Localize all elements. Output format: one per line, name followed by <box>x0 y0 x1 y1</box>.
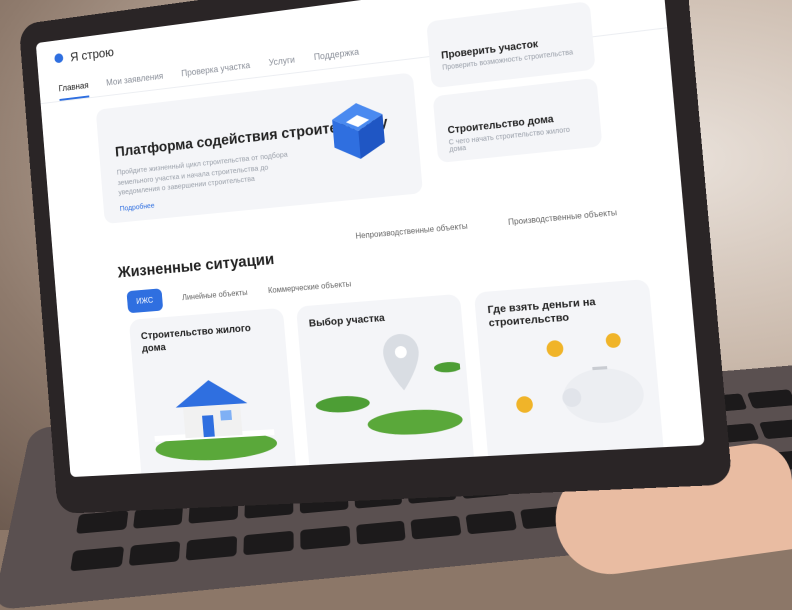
house-icon <box>154 377 279 464</box>
keyboard-key <box>243 530 294 555</box>
keyboard-key <box>410 515 462 540</box>
hero-more-link[interactable]: Подробнее <box>119 201 154 213</box>
tab-production[interactable]: Производственные объекты <box>508 208 618 227</box>
nav-item-my-applications[interactable]: Мои заявления <box>106 71 164 88</box>
keyboard-key <box>128 540 181 566</box>
tab-linear[interactable]: Линейные объекты <box>182 288 248 302</box>
box-icon <box>330 100 387 162</box>
house-building-card[interactable]: Строительство дома С чего начать строите… <box>432 77 603 163</box>
keyboard-key <box>758 418 792 439</box>
keyboard-key <box>70 545 124 571</box>
situations-tabs-extra: Непроизводственные объекты Производствен… <box>355 208 617 241</box>
situations-title: Жизненные ситуации <box>117 251 275 282</box>
nav-item-check-plot[interactable]: Проверка участка <box>181 60 251 78</box>
situation-card-money[interactable]: Где взять деньги на строительство <box>473 278 665 467</box>
nav-item-services[interactable]: Услуги <box>268 55 295 68</box>
nav-item-support[interactable]: Поддержка <box>313 47 359 62</box>
keyboard-key <box>300 525 350 550</box>
nav-item-home[interactable]: Главная <box>58 80 90 101</box>
hero-card: Платформа содействия строительству Пройд… <box>95 72 423 224</box>
situation-card-plot[interactable]: Выбор участка <box>295 293 475 475</box>
situation-card-title: Строительство жилого дома <box>140 322 252 355</box>
tab-commercial[interactable]: Коммерческие объекты <box>268 279 352 295</box>
tab-izhs[interactable]: ИЖС <box>126 288 164 314</box>
logo-text[interactable]: Я строю <box>70 44 115 64</box>
situation-card-house[interactable]: Строительство жилого дома <box>128 307 297 478</box>
browser-viewport: Я строю Главная Мои заявления Проверка у… <box>35 0 705 478</box>
piggy-bank-icon <box>515 332 647 426</box>
keyboard-key <box>186 535 238 561</box>
logo-icon[interactable] <box>54 52 64 64</box>
keyboard-key <box>76 510 129 534</box>
tab-non-production[interactable]: Непроизводственные объекты <box>355 222 468 241</box>
laptop-screen-frame: Я строю Главная Мои заявления Проверка у… <box>18 0 733 514</box>
keyboard-key <box>355 520 406 545</box>
keyboard-key <box>465 510 517 534</box>
keyboard-key <box>747 389 792 409</box>
location-pin-icon <box>315 332 464 438</box>
